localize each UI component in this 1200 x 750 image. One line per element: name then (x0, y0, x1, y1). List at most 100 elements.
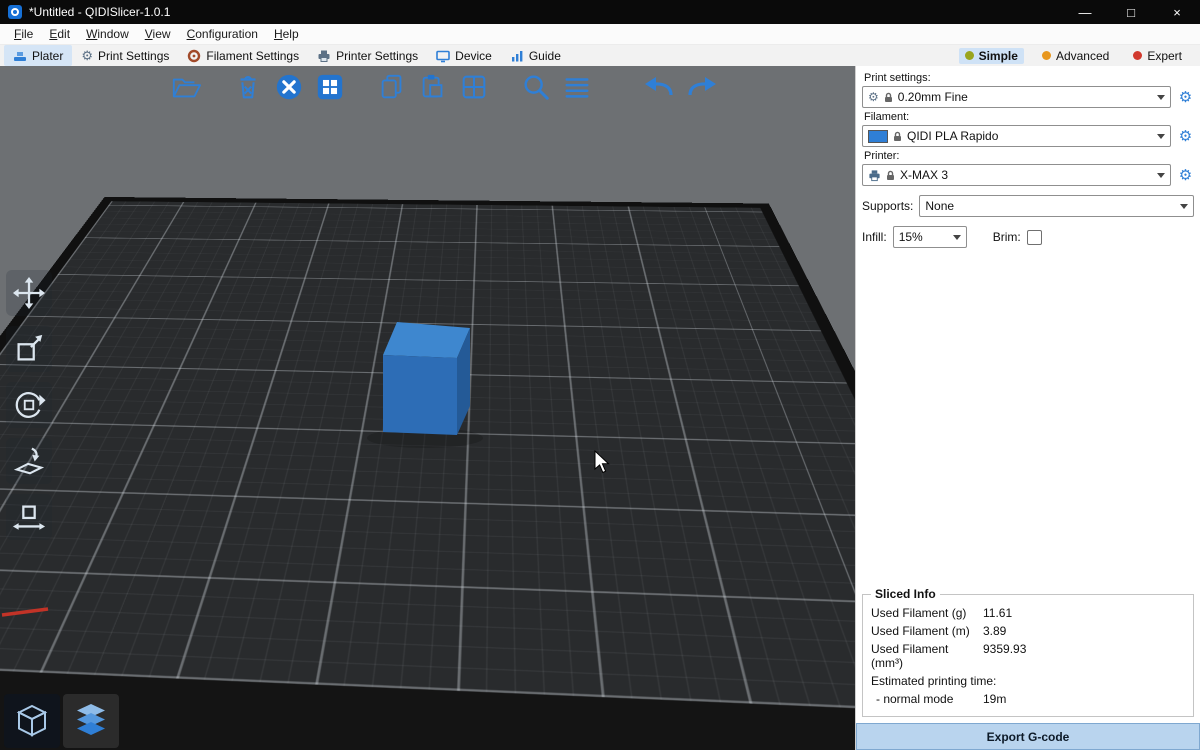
split-button[interactable] (458, 71, 490, 103)
delete-button[interactable] (232, 71, 264, 103)
brim-checkbox[interactable] (1027, 230, 1042, 245)
chevron-down-icon (1157, 173, 1165, 178)
menubar: File Edit Window View Configuration Help (0, 24, 1200, 45)
filament-combo[interactable]: QIDI PLA Rapido (862, 125, 1171, 147)
copy-icon (377, 72, 407, 102)
printer-icon (317, 49, 331, 63)
mode-label: Advanced (1056, 49, 1109, 63)
close-button[interactable]: × (1154, 0, 1200, 24)
tabbar: Plater ⚙ Print Settings Filament Setting… (0, 45, 1200, 67)
filament-gear-button[interactable]: ⚙ (1177, 129, 1194, 144)
move-gizmo-button[interactable] (6, 270, 52, 316)
menu-file[interactable]: File (6, 26, 41, 42)
view-mode-switch (4, 694, 119, 748)
printer-combo[interactable]: X-MAX 3 (862, 164, 1171, 186)
device-icon (436, 49, 450, 63)
rotate-gizmo-button[interactable] (6, 382, 52, 428)
copy-button[interactable] (376, 71, 408, 103)
lock-icon (893, 131, 902, 142)
tab-label: Print Settings (98, 49, 169, 63)
open-folder-icon (171, 72, 201, 102)
measure-gizmo-button[interactable] (6, 494, 52, 540)
scale-icon (12, 332, 46, 366)
minimize-button[interactable]: — (1062, 0, 1108, 24)
menu-edit[interactable]: Edit (41, 26, 78, 42)
paste-icon (418, 72, 448, 102)
gear-icon: ⚙ (868, 91, 879, 103)
redo-icon (685, 71, 717, 103)
delete-trash-icon (233, 72, 263, 102)
supports-combo[interactable]: None (919, 195, 1194, 217)
plater-toolbar (170, 71, 717, 103)
search-button[interactable] (520, 71, 552, 103)
mode-simple[interactable]: Simple (959, 48, 1024, 64)
print-settings-gear-button[interactable]: ⚙ (1177, 90, 1194, 105)
simple-mode-dot-icon (965, 51, 974, 60)
titlebar: *Untitled - QIDISlicer-1.0.1 — □ × (0, 0, 1200, 24)
scale-gizmo-button[interactable] (6, 326, 52, 372)
gear-icon: ⚙ (81, 49, 93, 62)
tab-device[interactable]: Device (427, 45, 501, 66)
tab-label: Filament Settings (206, 49, 299, 63)
mode-advanced[interactable]: Advanced (1036, 48, 1115, 64)
filament-color-swatch (868, 130, 888, 143)
tab-printer-settings[interactable]: Printer Settings (308, 45, 427, 66)
tab-plater[interactable]: Plater (4, 45, 72, 66)
print-settings-combo[interactable]: ⚙ 0.20mm Fine (862, 86, 1171, 108)
mode-label: Simple (979, 49, 1018, 63)
infill-combo[interactable]: 15% (893, 226, 967, 248)
layers-icon (562, 72, 592, 102)
sliced-info-panel: Sliced Info Used Filament (g) 11.61 Used… (862, 587, 1194, 717)
mode-switcher: Simple Advanced Expert (959, 48, 1196, 64)
delete-all-button[interactable] (273, 71, 305, 103)
mode-expert[interactable]: Expert (1127, 48, 1188, 64)
maximize-button[interactable]: □ (1108, 0, 1154, 24)
menu-help[interactable]: Help (266, 26, 307, 42)
variable-layer-height-button[interactable] (561, 71, 593, 103)
delete-all-icon (274, 72, 304, 102)
tab-label: Printer Settings (336, 49, 418, 63)
3d-viewport[interactable] (0, 66, 855, 750)
printer-label: Printer: (864, 150, 1194, 162)
sliced-info-row: - normal mode 19m (871, 692, 1185, 706)
sliced-info-row: Used Filament (m) 3.89 (871, 624, 1185, 638)
advanced-mode-dot-icon (1042, 51, 1051, 60)
editor-cube-icon (12, 701, 52, 741)
supports-value: None (925, 199, 954, 213)
printer-gear-button[interactable]: ⚙ (1177, 168, 1194, 183)
settings-sidebar: Print settings: ⚙ 0.20mm Fine ⚙ Filament… (855, 66, 1200, 750)
qidislicer-window: *Untitled - QIDISlicer-1.0.1 — □ × File … (0, 0, 1200, 750)
rotate-icon (12, 388, 46, 422)
arrange-button[interactable] (314, 71, 346, 103)
menu-view[interactable]: View (137, 26, 179, 42)
brim-label: Brim: (993, 230, 1021, 244)
sliced-info-row: Used Filament (mm³) 9359.93 (871, 642, 1185, 670)
open-file-button[interactable] (170, 71, 202, 103)
infill-value: 15% (899, 230, 923, 244)
infill-label: Infill: (862, 230, 887, 244)
paste-button[interactable] (417, 71, 449, 103)
export-gcode-button[interactable]: Export G-code (856, 723, 1200, 750)
main-area: Print settings: ⚙ 0.20mm Fine ⚙ Filament… (0, 66, 1200, 750)
print-settings-value: 0.20mm Fine (898, 90, 968, 104)
menu-configuration[interactable]: Configuration (179, 26, 266, 42)
undo-button[interactable] (644, 71, 676, 103)
plater-icon (13, 49, 27, 63)
sliced-info-row: Used Filament (g) 11.61 (871, 606, 1185, 620)
chevron-down-icon (1180, 204, 1188, 209)
redo-button[interactable] (685, 71, 717, 103)
chevron-down-icon (1157, 95, 1165, 100)
arrange-icon (315, 72, 345, 102)
sliced-info-title: Sliced Info (871, 587, 940, 601)
place-on-face-gizmo-button[interactable] (6, 438, 52, 484)
editor-view-button[interactable] (4, 694, 60, 748)
menu-window[interactable]: Window (78, 26, 137, 42)
chevron-down-icon (1157, 134, 1165, 139)
sliced-info-row: Estimated printing time: (871, 674, 1185, 688)
tab-guide[interactable]: Guide (501, 45, 570, 66)
tab-print-settings[interactable]: ⚙ Print Settings (72, 45, 178, 66)
window-controls: — □ × (1062, 0, 1200, 24)
preview-view-button[interactable] (63, 694, 119, 748)
tab-filament-settings[interactable]: Filament Settings (178, 45, 308, 66)
preview-layers-icon (71, 701, 111, 741)
